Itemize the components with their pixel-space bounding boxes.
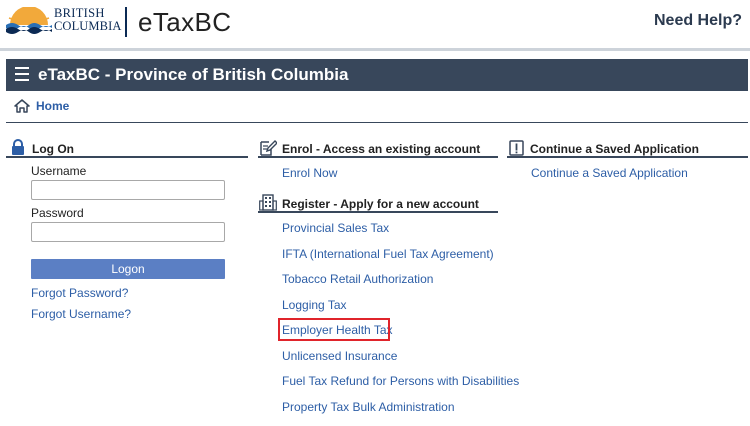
logo-wordmark: BRITISH COLUMBIA — [54, 7, 121, 33]
register-link-provincial-sales-tax[interactable]: Provincial Sales Tax — [282, 221, 389, 235]
username-label: Username — [31, 164, 87, 178]
breadcrumb-home-link[interactable]: Home — [36, 99, 69, 113]
breadcrumb-divider — [6, 122, 748, 123]
register-link-fuel-tax-refund[interactable]: Fuel Tax Refund for Persons with Disabil… — [282, 374, 519, 388]
password-field[interactable] — [31, 222, 225, 242]
building-icon — [259, 194, 277, 211]
logon-heading-underline — [6, 156, 248, 158]
employer-health-tax-highlight — [278, 318, 390, 341]
title-bar: eTaxBC - Province of British Columbia — [6, 59, 748, 91]
top-header: BRITISH COLUMBIA eTaxBC Need Help? — [0, 0, 750, 48]
bc-government-logo[interactable]: BRITISH COLUMBIA — [6, 5, 121, 41]
register-heading-underline — [258, 211, 498, 213]
register-link-ifta[interactable]: IFTA (International Fuel Tax Agreement) — [282, 247, 494, 261]
password-label: Password — [31, 206, 84, 220]
home-icon[interactable] — [14, 99, 30, 113]
exclamation-box-icon — [509, 140, 524, 156]
page-title: eTaxBC - Province of British Columbia — [38, 65, 349, 84]
bc-sun-logo-icon — [6, 7, 52, 34]
continue-heading-underline — [507, 156, 748, 158]
continue-saved-application-link[interactable]: Continue a Saved Application — [531, 166, 688, 180]
header-border — [0, 48, 750, 51]
edit-document-icon — [260, 140, 277, 156]
username-field[interactable] — [31, 180, 225, 200]
hamburger-menu-icon[interactable] — [15, 67, 29, 81]
app-name: eTaxBC — [138, 7, 232, 37]
register-link-logging-tax[interactable]: Logging Tax — [282, 298, 347, 312]
logon-button[interactable]: Logon — [31, 259, 225, 279]
forgot-username-link[interactable]: Forgot Username? — [31, 307, 131, 321]
need-help-link[interactable]: Need Help? — [654, 12, 742, 30]
register-link-tobacco-retail-authorization[interactable]: Tobacco Retail Authorization — [282, 272, 433, 286]
enrol-heading-underline — [258, 156, 498, 158]
logo-line-2: COLUMBIA — [54, 19, 122, 33]
register-link-property-tax-bulk-admin[interactable]: Property Tax Bulk Administration — [282, 400, 455, 414]
logo-divider — [125, 7, 127, 37]
forgot-password-link[interactable]: Forgot Password? — [31, 286, 128, 300]
enrol-now-link[interactable]: Enrol Now — [282, 166, 337, 180]
lock-icon — [12, 139, 24, 155]
register-link-unlicensed-insurance[interactable]: Unlicensed Insurance — [282, 349, 397, 363]
